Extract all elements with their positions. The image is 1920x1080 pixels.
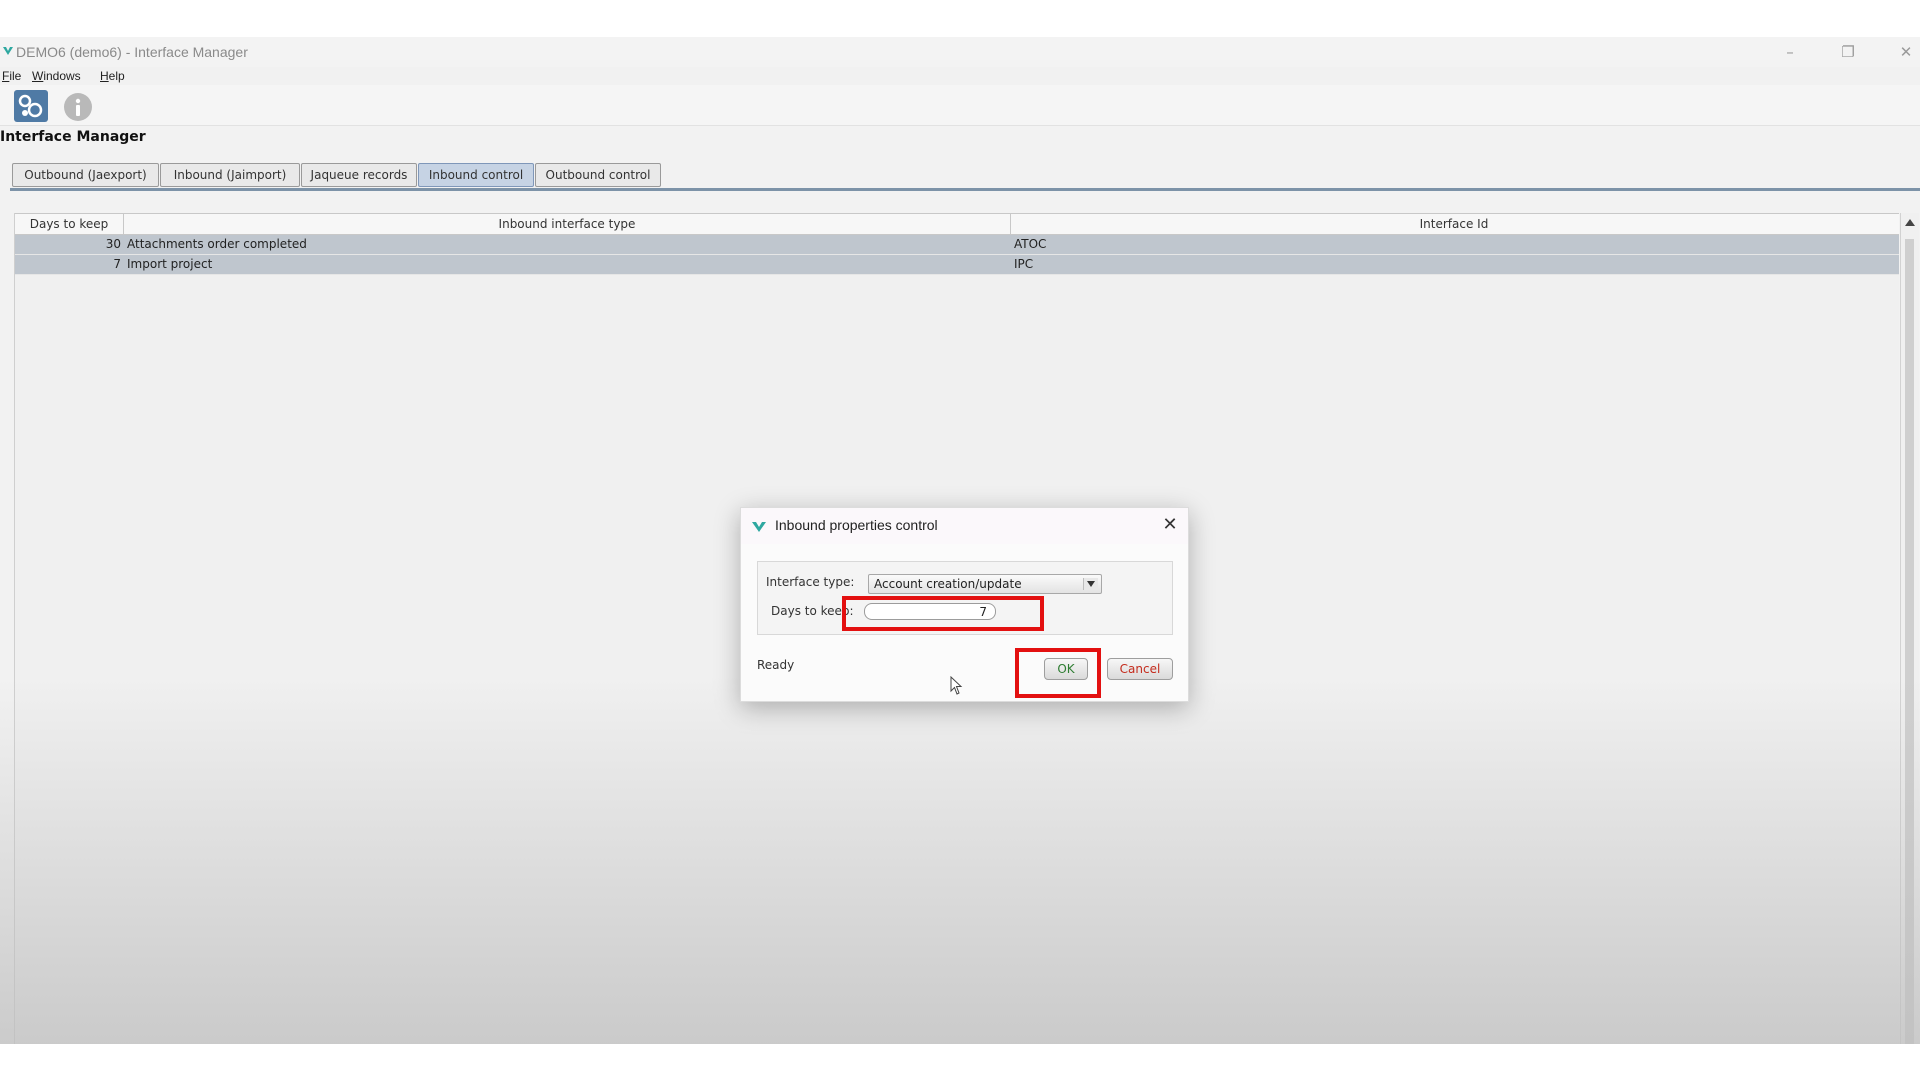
toolbar [0, 85, 1920, 126]
menu-help[interactable]: Help [100, 69, 125, 83]
app-logo-icon [3, 47, 13, 55]
info-tool-button[interactable] [64, 93, 92, 121]
interface-type-select[interactable]: Account creation/update [868, 574, 1102, 594]
interface-type-value: Account creation/update [874, 577, 1022, 591]
tab-jaqueue-records[interactable]: Jaqueue records [301, 163, 417, 187]
chevron-down-icon[interactable] [1083, 578, 1098, 590]
tab-outbound-jaexport[interactable]: Outbound (Jaexport) [12, 163, 159, 187]
cell-days-to-keep: 7 [113, 257, 121, 271]
table-row[interactable]: 30 Attachments order completed ATOC [15, 235, 1899, 255]
menu-file[interactable]: File [2, 69, 21, 83]
inbound-properties-dialog: Inbound properties control ✕ Interface t… [740, 507, 1189, 702]
application-window: DEMO6 (demo6) - Interface Manager – ❐ ✕ … [0, 37, 1920, 1044]
restore-button[interactable]: ❐ [1828, 41, 1868, 63]
title-bar: DEMO6 (demo6) - Interface Manager – ❐ ✕ [0, 37, 1920, 67]
scroll-thumb[interactable] [1905, 239, 1914, 1044]
info-icon [75, 98, 81, 116]
cell-interface-type: Import project [127, 257, 213, 271]
ok-button-highlight [1015, 648, 1101, 698]
column-header-interface-id[interactable]: Interface Id [1011, 214, 1897, 234]
cell-interface-type: Attachments order completed [127, 237, 307, 251]
cell-interface-id: ATOC [1014, 237, 1047, 251]
interface-manager-tool-button[interactable] [14, 90, 48, 122]
days-to-keep-highlight [842, 596, 1044, 631]
section-title: Interface Manager [0, 129, 146, 145]
column-header-inbound-interface-type[interactable]: Inbound interface type [124, 214, 1011, 234]
window-title: DEMO6 (demo6) - Interface Manager [16, 44, 248, 60]
tab-underline [10, 188, 1920, 191]
dialog-title-bar: Inbound properties control ✕ [741, 508, 1188, 544]
table-row[interactable]: 7 Import project IPC [15, 255, 1899, 275]
minimize-button[interactable]: – [1770, 41, 1810, 63]
app-logo-icon [752, 522, 766, 532]
scroll-up-arrow-icon[interactable] [1905, 219, 1915, 226]
table-header: Days to keep Inbound interface type Inte… [15, 213, 1899, 235]
dialog-close-icon[interactable]: ✕ [1159, 514, 1181, 536]
interface-type-label: Interface type: [766, 575, 855, 589]
dialog-status-text: Ready [757, 658, 795, 672]
tab-inbound-control[interactable]: Inbound control [418, 163, 534, 187]
cancel-button[interactable]: Cancel [1107, 658, 1173, 680]
table-scrollbar[interactable] [1900, 213, 1919, 1044]
menu-bar: File Windows Help [0, 67, 1920, 85]
mouse-cursor-icon [950, 676, 963, 695]
close-window-button[interactable]: ✕ [1886, 41, 1920, 63]
tab-outbound-control[interactable]: Outbound control [535, 163, 661, 187]
cell-interface-id: IPC [1014, 257, 1034, 271]
column-header-days-to-keep[interactable]: Days to keep [15, 214, 124, 234]
interface-manager-icon [18, 94, 43, 118]
dialog-title: Inbound properties control [775, 517, 938, 533]
tab-inbound-jaimport[interactable]: Inbound (Jaimport) [160, 163, 300, 187]
cell-days-to-keep: 30 [105, 237, 121, 251]
menu-windows[interactable]: Windows [32, 69, 81, 83]
